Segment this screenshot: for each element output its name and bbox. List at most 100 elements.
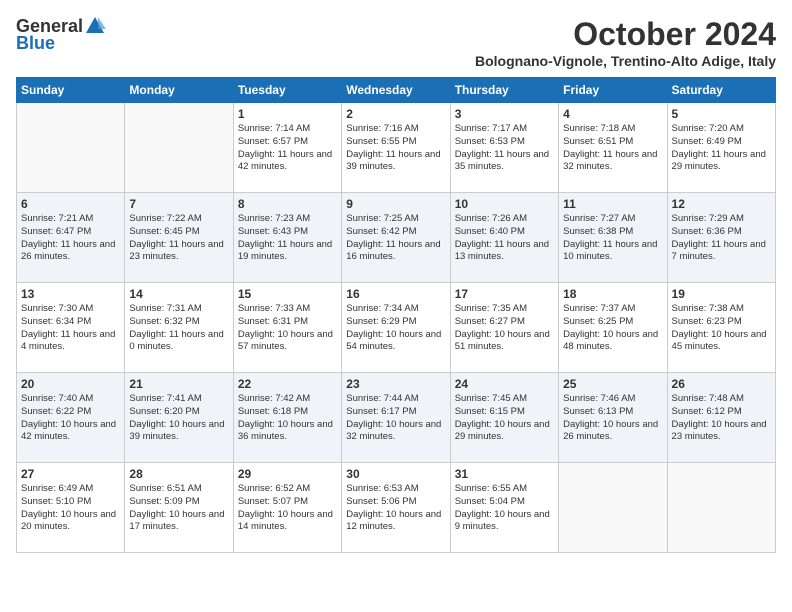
- calendar-cell: 25Sunrise: 7:46 AM Sunset: 6:13 PM Dayli…: [559, 373, 667, 463]
- day-info: Sunrise: 7:40 AM Sunset: 6:22 PM Dayligh…: [21, 393, 120, 444]
- calendar-week-row: 13 Sunrise: 7:30 AM Sunset: 6:34 PM Dayli…: [17, 283, 776, 373]
- calendar-cell: 8 Sunrise: 7:23 AM Sunset: 6:43 PM Daylig…: [233, 193, 341, 283]
- day-info: Sunrise: 7:29 AM Sunset: 6:36 PM Dayligh…: [672, 213, 771, 264]
- page-header: General Blue October 2024 Bolognano-Vign…: [16, 16, 776, 69]
- calendar-cell: 4 Sunrise: 7:18 AM Sunset: 6:51 PM Daylig…: [559, 103, 667, 193]
- weekday-header: Friday: [559, 78, 667, 103]
- day-number: 18: [563, 287, 662, 301]
- calendar-table: SundayMondayTuesdayWednesdayThursdayFrid…: [16, 77, 776, 553]
- day-number: 23: [346, 377, 445, 391]
- calendar-week-row: 27 Sunrise: 6:49 AM Sunset: 5:10 PM Dayli…: [17, 463, 776, 553]
- day-info: Sunrise: 7:41 AM Sunset: 6:20 PM Dayligh…: [129, 393, 228, 444]
- calendar-cell: 27 Sunrise: 6:49 AM Sunset: 5:10 PM Dayli…: [17, 463, 125, 553]
- day-number: 31: [455, 467, 554, 481]
- day-info: Sunrise: 7:45 AM Sunset: 6:15 PM Dayligh…: [455, 393, 554, 444]
- day-number: 10: [455, 197, 554, 211]
- day-number: 27: [21, 467, 120, 481]
- calendar-cell: 6 Sunrise: 7:21 AM Sunset: 6:47 PM Daylig…: [17, 193, 125, 283]
- weekday-header: Tuesday: [233, 78, 341, 103]
- calendar-cell: 5 Sunrise: 7:20 AM Sunset: 6:49 PM Daylig…: [667, 103, 775, 193]
- day-number: 4: [563, 107, 662, 121]
- day-info: Sunrise: 6:52 AM Sunset: 5:07 PM Dayligh…: [238, 483, 337, 534]
- day-info: Sunrise: 7:35 AM Sunset: 6:27 PM Dayligh…: [455, 303, 554, 354]
- day-number: 15: [238, 287, 337, 301]
- day-info: Sunrise: 7:30 AM Sunset: 6:34 PM Dayligh…: [21, 303, 120, 354]
- day-number: 20: [21, 377, 120, 391]
- day-number: 28: [129, 467, 228, 481]
- day-info: Sunrise: 7:18 AM Sunset: 6:51 PM Dayligh…: [563, 123, 662, 174]
- day-info: Sunrise: 7:26 AM Sunset: 6:40 PM Dayligh…: [455, 213, 554, 264]
- calendar-cell: 29 Sunrise: 6:52 AM Sunset: 5:07 PM Dayli…: [233, 463, 341, 553]
- calendar-cell: 31 Sunrise: 6:55 AM Sunset: 5:04 PM Dayli…: [450, 463, 558, 553]
- day-info: Sunrise: 7:25 AM Sunset: 6:42 PM Dayligh…: [346, 213, 445, 264]
- day-number: 12: [672, 197, 771, 211]
- day-number: 17: [455, 287, 554, 301]
- weekday-header: Thursday: [450, 78, 558, 103]
- logo-blue: Blue: [16, 33, 55, 54]
- day-number: 6: [21, 197, 120, 211]
- day-info: Sunrise: 7:14 AM Sunset: 6:57 PM Dayligh…: [238, 123, 337, 174]
- day-info: Sunrise: 7:27 AM Sunset: 6:38 PM Dayligh…: [563, 213, 662, 264]
- day-number: 8: [238, 197, 337, 211]
- day-info: Sunrise: 6:49 AM Sunset: 5:10 PM Dayligh…: [21, 483, 120, 534]
- day-info: Sunrise: 7:21 AM Sunset: 6:47 PM Dayligh…: [21, 213, 120, 264]
- day-info: Sunrise: 7:23 AM Sunset: 6:43 PM Dayligh…: [238, 213, 337, 264]
- day-number: 29: [238, 467, 337, 481]
- day-number: 13: [21, 287, 120, 301]
- day-number: 3: [455, 107, 554, 121]
- day-number: 19: [672, 287, 771, 301]
- calendar-cell: 13 Sunrise: 7:30 AM Sunset: 6:34 PM Dayli…: [17, 283, 125, 373]
- calendar-cell: 2 Sunrise: 7:16 AM Sunset: 6:55 PM Daylig…: [342, 103, 450, 193]
- day-number: 21: [129, 377, 228, 391]
- day-info: Sunrise: 7:17 AM Sunset: 6:53 PM Dayligh…: [455, 123, 554, 174]
- day-info: Sunrise: 7:31 AM Sunset: 6:32 PM Dayligh…: [129, 303, 228, 354]
- day-info: Sunrise: 6:51 AM Sunset: 5:09 PM Dayligh…: [129, 483, 228, 534]
- calendar-cell: 20 Sunrise: 7:40 AM Sunset: 6:22 PM Dayli…: [17, 373, 125, 463]
- day-info: Sunrise: 7:48 AM Sunset: 6:12 PM Dayligh…: [672, 393, 771, 444]
- logo: General Blue: [16, 16, 106, 54]
- day-number: 11: [563, 197, 662, 211]
- day-number: 5: [672, 107, 771, 121]
- day-number: 7: [129, 197, 228, 211]
- calendar-cell: [125, 103, 233, 193]
- calendar-cell: 15Sunrise: 7:33 AM Sunset: 6:31 PM Dayli…: [233, 283, 341, 373]
- day-info: Sunrise: 7:34 AM Sunset: 6:29 PM Dayligh…: [346, 303, 445, 354]
- calendar-cell: [17, 103, 125, 193]
- calendar-week-row: 1 Sunrise: 7:14 AM Sunset: 6:57 PM Daylig…: [17, 103, 776, 193]
- calendar-cell: 17 Sunrise: 7:35 AM Sunset: 6:27 PM Dayli…: [450, 283, 558, 373]
- weekday-header: Monday: [125, 78, 233, 103]
- day-number: 30: [346, 467, 445, 481]
- day-info: Sunrise: 6:55 AM Sunset: 5:04 PM Dayligh…: [455, 483, 554, 534]
- day-number: 14: [129, 287, 228, 301]
- calendar-cell: 12 Sunrise: 7:29 AM Sunset: 6:36 PM Dayli…: [667, 193, 775, 283]
- weekday-header: Sunday: [17, 78, 125, 103]
- logo-icon: [84, 15, 106, 37]
- title-block: October 2024 Bolognano-Vignole, Trentino…: [475, 16, 776, 69]
- weekday-header-row: SundayMondayTuesdayWednesdayThursdayFrid…: [17, 78, 776, 103]
- day-info: Sunrise: 7:16 AM Sunset: 6:55 PM Dayligh…: [346, 123, 445, 174]
- calendar-cell: 7Sunrise: 7:22 AM Sunset: 6:45 PM Daylig…: [125, 193, 233, 283]
- calendar-cell: 14 Sunrise: 7:31 AM Sunset: 6:32 PM Dayli…: [125, 283, 233, 373]
- calendar-week-row: 6 Sunrise: 7:21 AM Sunset: 6:47 PM Daylig…: [17, 193, 776, 283]
- calendar-cell: 18 Sunrise: 7:37 AM Sunset: 6:25 PM Dayli…: [559, 283, 667, 373]
- calendar-cell: 24Sunrise: 7:45 AM Sunset: 6:15 PM Dayli…: [450, 373, 558, 463]
- day-number: 22: [238, 377, 337, 391]
- day-number: 25: [563, 377, 662, 391]
- calendar-cell: 26Sunrise: 7:48 AM Sunset: 6:12 PM Dayli…: [667, 373, 775, 463]
- calendar-cell: 22Sunrise: 7:42 AM Sunset: 6:18 PM Dayli…: [233, 373, 341, 463]
- day-number: 1: [238, 107, 337, 121]
- calendar-cell: 30Sunrise: 6:53 AM Sunset: 5:06 PM Dayli…: [342, 463, 450, 553]
- calendar-cell: 10 Sunrise: 7:26 AM Sunset: 6:40 PM Dayli…: [450, 193, 558, 283]
- calendar-cell: 11 Sunrise: 7:27 AM Sunset: 6:38 PM Dayli…: [559, 193, 667, 283]
- day-number: 16: [346, 287, 445, 301]
- calendar-cell: [667, 463, 775, 553]
- location-title: Bolognano-Vignole, Trentino-Alto Adige, …: [475, 53, 776, 69]
- month-title: October 2024: [475, 16, 776, 53]
- calendar-cell: 28 Sunrise: 6:51 AM Sunset: 5:09 PM Dayli…: [125, 463, 233, 553]
- calendar-cell: 16 Sunrise: 7:34 AM Sunset: 6:29 PM Dayli…: [342, 283, 450, 373]
- day-info: Sunrise: 7:37 AM Sunset: 6:25 PM Dayligh…: [563, 303, 662, 354]
- calendar-cell: [559, 463, 667, 553]
- day-number: 2: [346, 107, 445, 121]
- day-number: 9: [346, 197, 445, 211]
- day-info: Sunrise: 7:20 AM Sunset: 6:49 PM Dayligh…: [672, 123, 771, 174]
